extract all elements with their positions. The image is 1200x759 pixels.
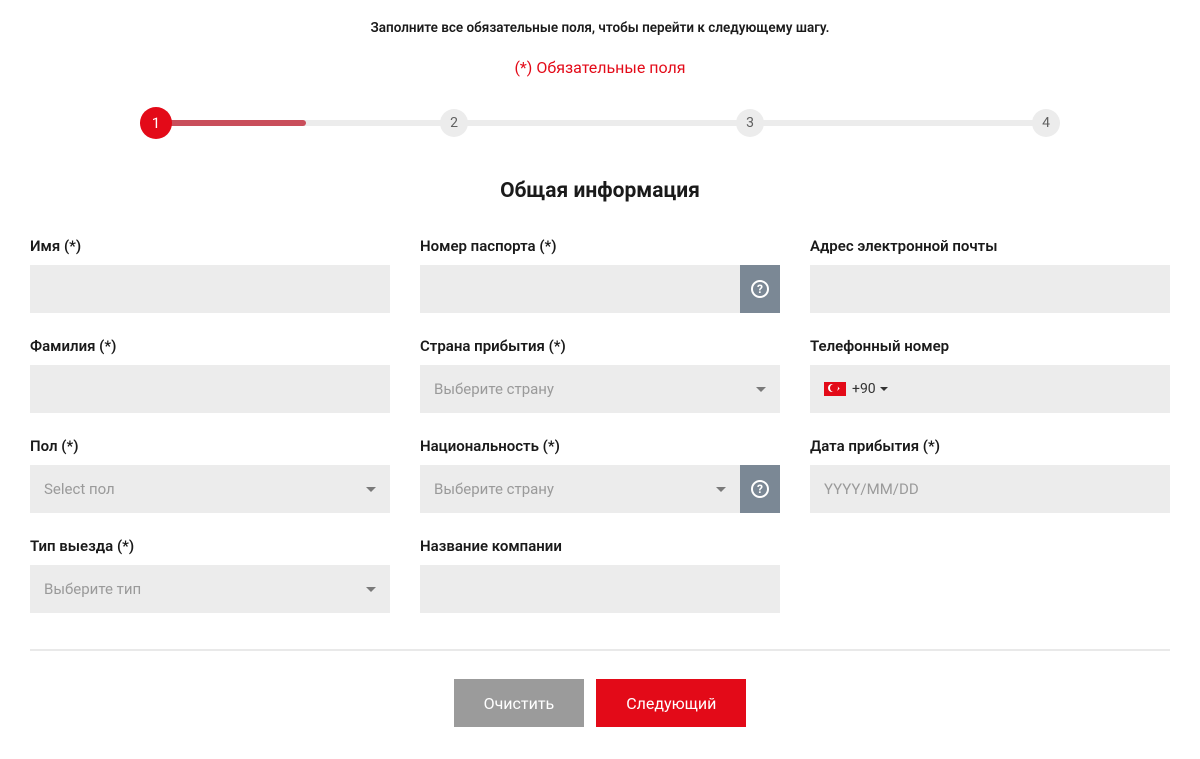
gender-label: Пол (*) [30,437,390,455]
nationality-select[interactable]: Выберите страну [420,465,740,513]
stepper-nodes: 1 2 3 4 [140,107,1060,139]
arrival-country-select[interactable]: Выберите страну [420,365,780,413]
field-arrival-country: Страна прибытия (*) Выберите страну [420,337,780,413]
phone-label: Телефонный номер [810,337,1170,355]
progress-stepper: 1 2 3 4 [140,107,1060,139]
company-name-input[interactable] [420,565,780,613]
chevron-down-icon [366,587,376,592]
email-input[interactable] [810,265,1170,313]
company-name-label: Название компании [420,537,780,555]
field-nationality: Национальность (*) Выберите страну ? [420,437,780,513]
nationality-label: Национальность (*) [420,437,780,455]
step-2[interactable]: 2 [440,109,468,137]
step-1[interactable]: 1 [140,107,172,139]
departure-type-placeholder: Выберите тип [44,580,366,598]
field-arrival-date: Дата прибытия (*) YYYY/MM/DD [810,437,1170,513]
phone-prefix-text: +90 [852,381,876,397]
first-name-label: Имя (*) [30,237,390,255]
section-title: Общая информация [30,179,1170,203]
field-gender: Пол (*) Select пол [30,437,390,513]
step-4[interactable]: 4 [1032,109,1060,137]
field-departure-type: Тип выезда (*) Выберите тип [30,537,390,613]
help-icon: ? [751,480,769,498]
first-name-input[interactable] [30,265,390,313]
arrival-date-placeholder: YYYY/MM/DD [824,480,1156,498]
field-first-name: Имя (*) [30,237,390,313]
departure-type-select[interactable]: Выберите тип [30,565,390,613]
field-phone: Телефонный номер +90 [810,337,1170,413]
chevron-down-icon [366,487,376,492]
form-page: Заполните все обязательные поля, чтобы п… [0,0,1200,759]
last-name-label: Фамилия (*) [30,337,390,355]
last-name-input[interactable] [30,365,390,413]
field-company-name: Название компании [420,537,780,613]
form-grid: Имя (*) Номер паспорта (*) ? Адрес элект… [30,237,1170,649]
passport-help-button[interactable]: ? [740,265,780,313]
departure-type-label: Тип выезда (*) [30,537,390,555]
button-bar: Очистить Следующий [30,679,1170,727]
arrival-date-input[interactable]: YYYY/MM/DD [810,465,1170,513]
chevron-down-icon [880,387,888,391]
step-3[interactable]: 3 [736,109,764,137]
empty-cell [810,537,1170,613]
chevron-down-icon [716,487,726,492]
turkey-flag-icon [824,382,846,396]
nationality-help-button[interactable]: ? [740,465,780,513]
gender-placeholder: Select пол [44,480,366,498]
gender-select[interactable]: Select пол [30,465,390,513]
arrival-date-label: Дата прибытия (*) [810,437,1170,455]
field-passport: Номер паспорта (*) ? [420,237,780,313]
button-bar-container: Очистить Следующий [30,649,1170,759]
arrival-country-placeholder: Выберите страну [434,380,756,398]
required-fields-note: (*) Обязательные поля [30,58,1170,77]
email-label: Адрес электронной почты [810,237,1170,255]
chevron-down-icon [756,387,766,392]
passport-label: Номер паспорта (*) [420,237,780,255]
field-email: Адрес электронной почты [810,237,1170,313]
phone-input[interactable]: +90 [810,365,1170,413]
arrival-country-label: Страна прибытия (*) [420,337,780,355]
instruction-text: Заполните все обязательные поля, чтобы п… [30,20,1170,36]
help-icon: ? [751,280,769,298]
field-last-name: Фамилия (*) [30,337,390,413]
passport-input[interactable] [420,265,740,313]
nationality-placeholder: Выберите страну [434,480,716,498]
phone-country-selector[interactable]: +90 [824,381,888,397]
clear-button[interactable]: Очистить [454,679,585,727]
next-button[interactable]: Следующий [596,679,746,727]
